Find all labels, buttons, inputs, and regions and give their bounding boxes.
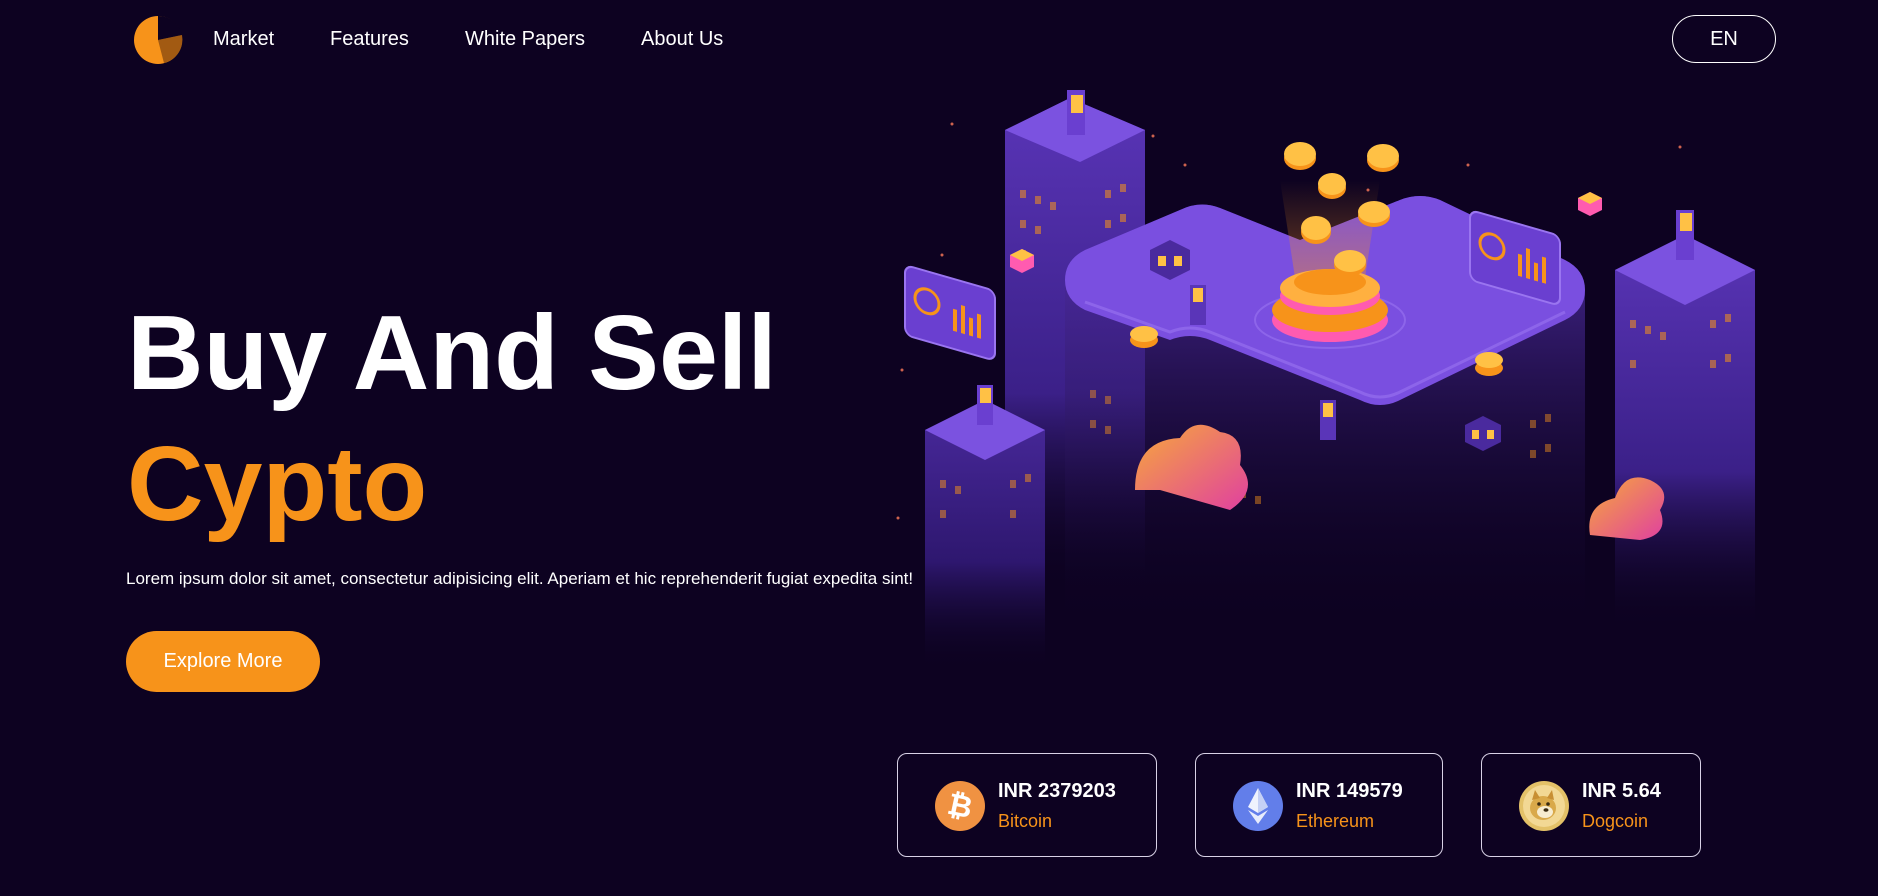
- nav-link-market[interactable]: Market: [213, 28, 274, 51]
- coin-card-ethereum[interactable]: INR 149579 Ethereum: [1195, 753, 1443, 857]
- hero-title-line2: Cypto: [127, 425, 428, 543]
- dogecoin-icon: [1519, 781, 1569, 831]
- language-button[interactable]: EN: [1672, 15, 1776, 63]
- coin-price: INR 149579: [1296, 780, 1403, 802]
- hero-title-line1: Buy And Sell: [127, 294, 777, 412]
- bitcoin-icon: ₿: [935, 781, 985, 831]
- ethereum-icon: [1233, 781, 1283, 831]
- coin-card-bitcoin[interactable]: ₿ INR 2379203 Bitcoin: [897, 753, 1157, 857]
- nav-link-about-us[interactable]: About Us: [641, 28, 723, 51]
- nav-link-features[interactable]: Features: [330, 28, 409, 51]
- coin-name: Bitcoin: [998, 811, 1053, 831]
- coin-price: INR 2379203: [998, 780, 1116, 802]
- coin-card-dogcoin[interactable]: INR 5.64 Dogcoin: [1481, 753, 1701, 857]
- hero-description: Lorem ipsum dolor sit amet, consectetur …: [126, 569, 914, 588]
- landing-page: Market Features White Papers About Us EN…: [0, 0, 1878, 896]
- coin-price: INR 5.64: [1582, 780, 1661, 802]
- explore-more-button[interactable]: Explore More: [126, 631, 320, 692]
- crypto-city-illustration: [896, 90, 1755, 670]
- logo-icon[interactable]: [129, 13, 189, 65]
- coin-name: Ethereum: [1296, 811, 1375, 831]
- nav-link-white-papers[interactable]: White Papers: [465, 28, 585, 51]
- coin-name: Dogcoin: [1582, 811, 1649, 831]
